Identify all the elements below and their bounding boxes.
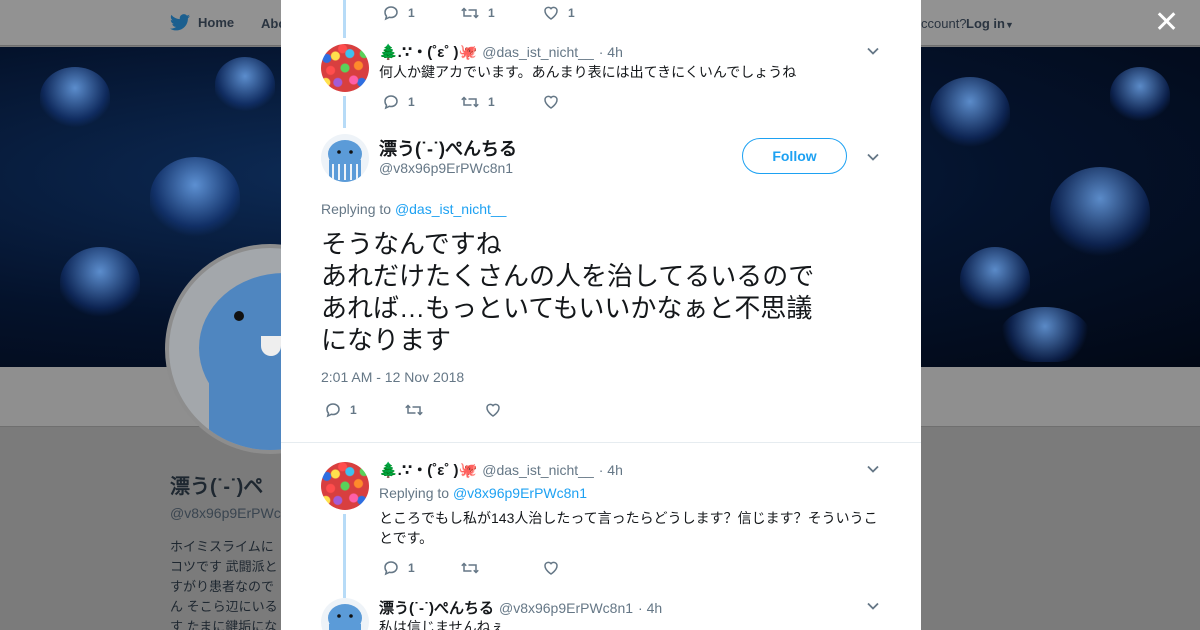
reply-icon <box>384 6 398 21</box>
tweet-header: 🌲.∵・(˚ε˚ )🐙 @das_ist_nicht__ · 4h <box>379 459 623 480</box>
author-handle[interactable]: @das_ist_nicht__ <box>482 462 594 478</box>
retweet-count: 1 <box>488 6 495 20</box>
reply-button[interactable]: 1 <box>382 93 460 111</box>
retweet-icon <box>461 562 479 574</box>
close-icon[interactable]: ✕ <box>1154 8 1179 38</box>
replying-to: Replying to @das_ist_nicht__ <box>321 201 506 217</box>
tweet-time[interactable]: · 4h <box>599 462 623 478</box>
reply-button[interactable]: 1 <box>324 401 404 419</box>
follow-button[interactable]: Follow <box>742 138 847 174</box>
reply-count: 1 <box>408 6 415 20</box>
retweet-icon <box>461 7 479 19</box>
tweet-actions: 1 <box>382 559 568 577</box>
author-handle[interactable]: @v8x96p9ErPWc8n1 <box>499 600 633 616</box>
author-name[interactable]: 🌲.∵・(˚ε˚ )🐙 <box>379 459 477 480</box>
like-icon <box>486 403 500 417</box>
author-handle[interactable]: @das_ist_nicht__ <box>482 44 594 60</box>
tweet-text: 私は信じませんねぇ… <box>379 619 519 630</box>
retweet-button[interactable]: 1 <box>460 93 542 111</box>
avatar[interactable] <box>321 134 369 182</box>
replying-to-link[interactable]: @v8x96p9ErPWc8n1 <box>453 485 587 501</box>
retweet-button[interactable] <box>460 559 542 577</box>
retweet-button[interactable]: 1 <box>460 4 542 22</box>
tweet-actions: 1 <box>324 401 510 419</box>
reply-icon <box>384 561 398 576</box>
tweet-modal: 1 1 1 🌲.∵・(˚ε˚ )🐙 @das_ist_nicht__ · 4h … <box>281 0 921 630</box>
like-icon <box>544 561 558 575</box>
chevron-down-icon[interactable] <box>865 149 881 165</box>
retweet-icon <box>405 404 423 416</box>
reply-count: 1 <box>408 561 415 575</box>
thread-line <box>343 514 346 598</box>
author-name[interactable]: 漂う(˙-˙)ぺんちる <box>379 597 494 618</box>
divider <box>281 442 921 443</box>
main-tweet-text: そうなんですね あれだけたくさんの人を治してるいるので あれば…もっといてもいい… <box>321 229 815 355</box>
author-name[interactable]: 🌲.∵・(˚ε˚ )🐙 <box>379 41 477 62</box>
tweet-actions: 1 1 <box>382 93 568 111</box>
reply-count: 1 <box>408 95 415 109</box>
replying-prefix: Replying to <box>321 201 392 217</box>
replying-to: Replying to @v8x96p9ErPWc8n1 <box>379 485 587 501</box>
tweet-header: 漂う(˙-˙)ぺんちる @v8x96p9ErPWc8n1 · 4h <box>379 597 662 618</box>
avatar[interactable] <box>321 462 369 510</box>
tweet-time[interactable]: · 4h <box>599 44 623 60</box>
reply-button[interactable]: 1 <box>382 559 460 577</box>
reply-count: 1 <box>350 403 357 417</box>
like-icon <box>544 6 558 20</box>
like-button[interactable]: 1 <box>542 4 575 22</box>
tweet-text: 何人か鍵アカでいます。あんまり表には出てきにくいんでしょうね <box>379 64 797 80</box>
reply-icon <box>326 403 340 418</box>
replying-to-link[interactable]: @das_ist_nicht__ <box>395 201 507 217</box>
tweet-actions: 1 1 1 <box>382 4 575 22</box>
retweet-count: 1 <box>488 95 495 109</box>
tweet-time[interactable]: · 4h <box>638 600 662 616</box>
like-button[interactable] <box>542 559 568 577</box>
like-count: 1 <box>568 6 575 20</box>
thread-line <box>343 0 346 38</box>
thread-line <box>343 96 346 128</box>
tweet-timestamp[interactable]: 2:01 AM - 12 Nov 2018 <box>321 369 464 385</box>
chevron-down-icon[interactable] <box>865 43 881 59</box>
retweet-button[interactable] <box>404 401 484 419</box>
retweet-icon <box>461 96 479 108</box>
author-name[interactable]: 漂う(˙-˙)ぺんちる <box>379 135 517 161</box>
author-handle[interactable]: @v8x96p9ErPWc8n1 <box>379 160 513 176</box>
chevron-down-icon[interactable] <box>865 461 881 477</box>
reply-button[interactable]: 1 <box>382 4 460 22</box>
like-button[interactable] <box>542 93 568 111</box>
tweet-text: ところでもし私が143人治したって言ったらどうします？信じます？そういうことです… <box>379 510 878 546</box>
replying-prefix: Replying to <box>379 485 450 501</box>
reply-icon <box>384 95 398 110</box>
chevron-down-icon[interactable] <box>865 598 881 614</box>
avatar[interactable] <box>321 44 369 92</box>
like-button[interactable] <box>484 401 510 419</box>
avatar[interactable] <box>321 598 369 630</box>
like-icon <box>544 95 558 109</box>
tweet-header: 🌲.∵・(˚ε˚ )🐙 @das_ist_nicht__ · 4h <box>379 41 623 62</box>
